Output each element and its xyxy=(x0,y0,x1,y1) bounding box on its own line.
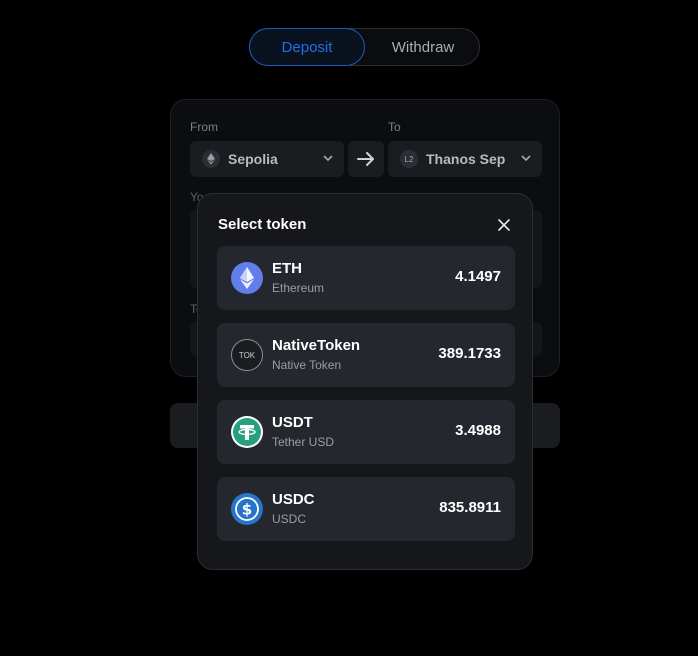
swap-networks-button[interactable] xyxy=(348,141,384,177)
token-name: USDC xyxy=(272,512,307,526)
tok-icon: TOK xyxy=(231,339,263,371)
token-row-usdt[interactable]: USDT Tether USD 3.4988 xyxy=(217,400,515,464)
svg-text:$: $ xyxy=(242,501,252,519)
token-balance: 389.1733 xyxy=(438,345,501,362)
token-balance: 4.1497 xyxy=(455,268,501,285)
from-network-select[interactable]: Sepolia xyxy=(190,141,344,177)
token-symbol: NativeToken xyxy=(272,337,361,354)
token-row-eth[interactable]: ETH Ethereum 4.1497 xyxy=(217,246,515,310)
tab-deposit[interactable]: Deposit xyxy=(249,28,365,66)
token-symbol: USDC xyxy=(272,491,315,508)
usdc-icon: $ xyxy=(231,493,263,525)
token-symbol: ETH xyxy=(272,260,302,277)
ethereum-icon xyxy=(231,262,263,294)
bridge-page: Deposit Withdraw From To Sepolia L2 Than… xyxy=(0,0,698,656)
chevron-down-icon xyxy=(521,155,531,162)
token-row-usdc[interactable]: $ USDC USDC 835.8911 xyxy=(217,477,515,541)
to-label: To xyxy=(388,120,401,134)
token-name: Ethereum xyxy=(272,281,325,295)
from-network-name: Sepolia xyxy=(228,151,278,167)
modal-title: Select token xyxy=(218,216,307,233)
tab-withdraw[interactable]: Withdraw xyxy=(365,28,481,66)
token-name: Native Token xyxy=(272,358,342,372)
to-network-name: Thanos Sep xyxy=(426,151,506,167)
from-label: From xyxy=(190,120,218,134)
to-network-select[interactable]: L2 Thanos Sep xyxy=(388,141,542,177)
chevron-down-icon xyxy=(323,155,333,162)
select-token-modal: Select token ETH Ethereum 4.1497 TOK Nat… xyxy=(197,193,533,570)
l2-network-icon: L2 xyxy=(400,150,418,168)
deposit-withdraw-tabs: Deposit Withdraw xyxy=(249,28,480,66)
token-row-nativetoken[interactable]: TOK NativeToken Native Token 389.1733 xyxy=(217,323,515,387)
ethereum-network-icon xyxy=(202,150,220,168)
token-name: Tether USD xyxy=(272,435,335,449)
tether-icon xyxy=(231,416,263,448)
token-symbol: USDT xyxy=(272,414,313,431)
arrow-right-icon xyxy=(357,152,374,166)
tok-icon-text: TOK xyxy=(238,350,256,360)
token-balance: 835.8911 xyxy=(439,499,501,516)
close-icon[interactable] xyxy=(496,217,512,233)
token-balance: 3.4988 xyxy=(455,422,501,439)
